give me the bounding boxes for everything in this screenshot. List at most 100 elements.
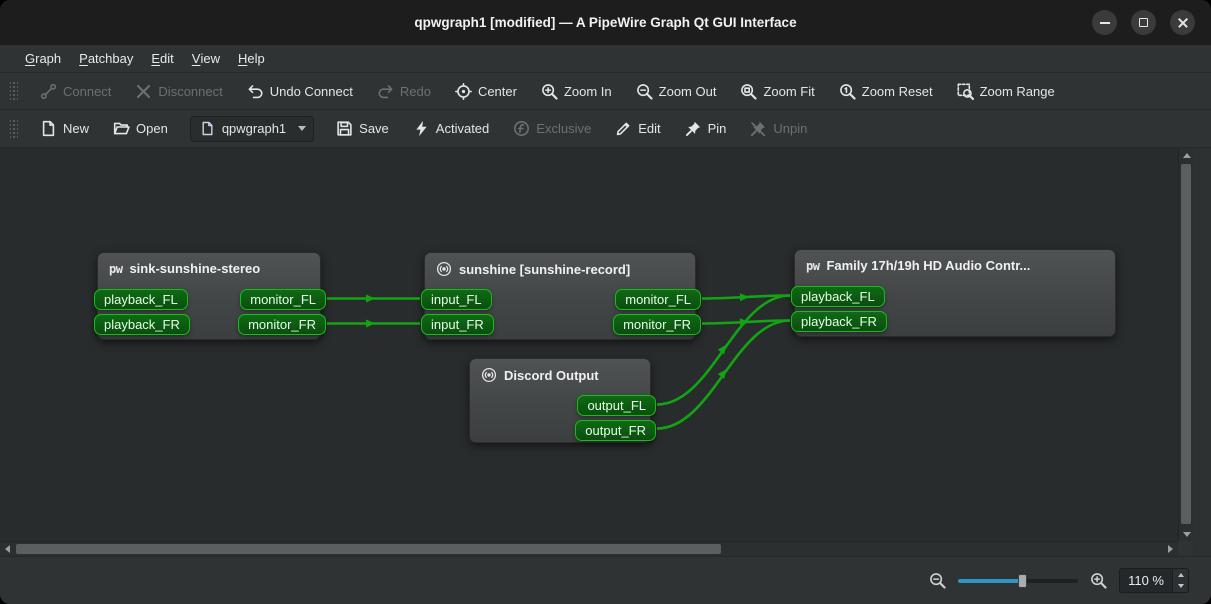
menu-view-label: V (192, 51, 201, 66)
disconnect-label: Disconnect (158, 84, 222, 99)
menu-graph-label-rest: raph (35, 51, 61, 66)
zoom-spin-up[interactable] (1173, 569, 1188, 581)
menu-view[interactable]: View (183, 45, 229, 72)
save-button[interactable]: Save (326, 115, 399, 143)
statusbar: 110 % (0, 556, 1211, 604)
port-input-fl[interactable]: input_FL (421, 289, 492, 310)
zoom-reset-label: Zoom Reset (862, 84, 933, 99)
pin-button[interactable]: Pin (675, 115, 737, 143)
pipewire-icon: pw (806, 259, 819, 273)
zoom-spin-buttons (1172, 569, 1188, 592)
minimize-button[interactable] (1092, 10, 1117, 35)
zoom-range-icon (957, 83, 974, 100)
zoom-in-icon[interactable] (1090, 572, 1107, 589)
triangle-up-icon (1178, 573, 1184, 577)
port-monitor-fr[interactable]: monitor_FR (613, 314, 701, 335)
toolbar-drag-handle[interactable] (10, 118, 18, 140)
zoom-slider-handle[interactable] (1018, 574, 1027, 588)
minimize-icon (1100, 22, 1110, 24)
vertical-scroll-thumb[interactable] (1181, 164, 1191, 524)
close-button[interactable] (1170, 10, 1195, 35)
port-input-fr[interactable]: input_FR (421, 314, 494, 335)
horizontal-scrollbar[interactable] (0, 541, 1178, 556)
unpin-label: Unpin (773, 121, 807, 136)
undo-connect-button[interactable]: Undo Connect (237, 77, 363, 105)
zoom-reset-button[interactable]: Zoom Reset (829, 77, 943, 105)
port-monitor-fr[interactable]: monitor_FR (238, 314, 326, 335)
port-monitor-fl[interactable]: monitor_FL (240, 289, 326, 310)
node-title-text: sunshine [sunshine-record] (459, 262, 630, 277)
node-title: sunshine [sunshine-record] (425, 253, 695, 277)
port-output-fr[interactable]: output_FR (575, 420, 656, 441)
port-playback-fr[interactable]: playback_FR (94, 314, 190, 335)
connect-icon (40, 83, 57, 100)
view-frame (1193, 148, 1211, 556)
node-discord-output[interactable]: Discord Output output_FL output_FR (469, 358, 651, 443)
zoom-spin-down[interactable] (1173, 581, 1188, 593)
open-button[interactable]: Open (103, 115, 178, 143)
save-icon (336, 120, 353, 137)
port-playback-fl[interactable]: playback_FL (791, 286, 885, 307)
scroll-up-arrow[interactable] (1179, 148, 1194, 162)
undo-icon (247, 83, 264, 100)
titlebar: qpwgraph1 [modified] — A PipeWire Graph … (0, 0, 1211, 45)
zoom-out-icon[interactable] (929, 572, 946, 589)
zoom-in-button[interactable]: Zoom In (531, 77, 622, 105)
activated-toggle[interactable]: Activated (403, 115, 499, 143)
open-folder-icon (113, 120, 130, 137)
patchbay-file-icon (200, 121, 215, 136)
edit-button[interactable]: Edit (605, 115, 670, 143)
triangle-down-icon (1183, 532, 1191, 537)
zoom-fit-label: Zoom Fit (763, 84, 814, 99)
node-title: Discord Output (470, 359, 650, 383)
zoom-out-button[interactable]: Zoom Out (626, 77, 727, 105)
maximize-button[interactable] (1131, 10, 1156, 35)
node-sink-sunshine-stereo[interactable]: pw sink-sunshine-stereo playback_FL play… (97, 252, 321, 340)
zoom-range-label: Zoom Range (980, 84, 1055, 99)
center-label: Center (478, 84, 517, 99)
center-button[interactable]: Center (445, 77, 527, 105)
new-button[interactable]: New (30, 115, 99, 143)
graph-canvas[interactable]: pw sink-sunshine-stereo playback_FL play… (0, 148, 1178, 541)
unpin-button: Unpin (740, 115, 817, 143)
vertical-scrollbar[interactable] (1178, 148, 1193, 541)
zoom-value[interactable]: 110 % (1120, 569, 1172, 592)
node-sunshine-record[interactable]: sunshine [sunshine-record] input_FL inpu… (424, 252, 696, 340)
patchbay-file-combo[interactable]: qpwgraph1 (190, 116, 314, 142)
menu-help-label-rest: elp (247, 51, 264, 66)
scroll-right-arrow[interactable] (1163, 542, 1178, 556)
zoom-range-button[interactable]: Zoom Range (947, 77, 1065, 105)
chevron-down-icon (298, 126, 306, 131)
menubar: Graph Patchbay Edit View Help (0, 45, 1211, 73)
activated-label: Activated (436, 121, 489, 136)
exclusive-icon (513, 120, 530, 137)
unpin-icon (750, 120, 767, 137)
node-title: pw sink-sunshine-stereo (98, 253, 320, 276)
connect-label: Connect (63, 84, 111, 99)
port-playback-fl[interactable]: playback_FL (94, 289, 188, 310)
menu-patchbay[interactable]: Patchbay (70, 45, 142, 72)
disconnect-button: Disconnect (125, 77, 232, 105)
scroll-down-arrow[interactable] (1179, 527, 1194, 541)
menu-edit[interactable]: Edit (142, 45, 182, 72)
undo-connect-label: Undo Connect (270, 84, 353, 99)
zoom-spinbox[interactable]: 110 % (1119, 568, 1189, 593)
menu-help[interactable]: Help (229, 45, 274, 72)
zoom-in-label: Zoom In (564, 84, 612, 99)
zoom-slider[interactable] (958, 572, 1078, 590)
zoom-reset-icon (839, 83, 856, 100)
activated-bolt-icon (413, 120, 430, 137)
toolbar-drag-handle[interactable] (10, 80, 18, 102)
port-output-fl[interactable]: output_FL (577, 395, 656, 416)
menu-graph[interactable]: Graph (16, 45, 70, 72)
zoom-fit-button[interactable]: Zoom Fit (730, 77, 824, 105)
horizontal-scroll-thumb[interactable] (16, 544, 721, 554)
new-file-icon (40, 120, 57, 137)
port-playback-fr[interactable]: playback_FR (791, 311, 887, 332)
port-monitor-fl[interactable]: monitor_FL (615, 289, 701, 310)
node-family-hd-audio[interactable]: pw Family 17h/19h HD Audio Contr... play… (794, 249, 1116, 337)
menu-help-label: H (238, 51, 247, 66)
scroll-left-arrow[interactable] (0, 542, 15, 556)
edit-pencil-icon (615, 120, 632, 137)
edit-label: Edit (638, 121, 660, 136)
